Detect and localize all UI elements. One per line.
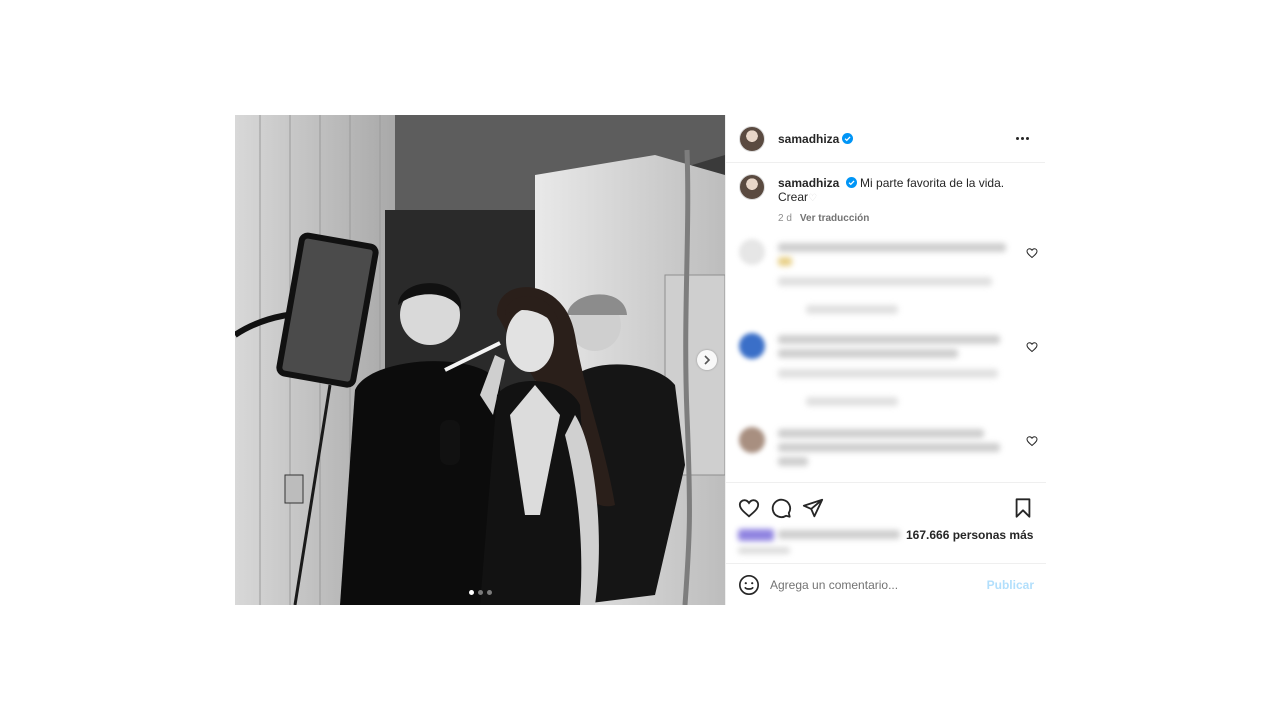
emoji-icon[interactable]: [738, 574, 760, 596]
carousel-dot: [477, 590, 483, 595]
verified-badge-icon: [845, 177, 857, 188]
comment-avatar[interactable]: [739, 427, 765, 453]
comment-item: [726, 233, 1046, 327]
liked-by-blurred: [738, 528, 900, 542]
comment-avatar[interactable]: [739, 239, 765, 265]
post-side-panel: samadhiza samadhiza Mi parte favorita de…: [725, 115, 1046, 605]
comment-like-heart-icon[interactable]: [1026, 435, 1038, 447]
comment-like-heart-icon[interactable]: [1026, 341, 1038, 353]
comment-input[interactable]: [770, 577, 987, 592]
post-media: [235, 115, 725, 605]
white-heart-icon: ♡: [808, 193, 817, 204]
post-photo: [235, 115, 725, 605]
header-username[interactable]: samadhiza: [778, 132, 839, 146]
carousel-dot: [468, 590, 474, 595]
verified-badge-icon: [842, 133, 854, 144]
caption-text-line2: Crear: [778, 190, 809, 204]
publish-button[interactable]: Publicar: [987, 578, 1034, 592]
comment-item: [726, 327, 1046, 421]
caption-username[interactable]: samadhiza: [778, 176, 839, 190]
comment-like-heart-icon[interactable]: [1026, 247, 1038, 259]
post-header: samadhiza: [726, 115, 1045, 163]
share-icon[interactable]: [802, 497, 824, 519]
likes-summary[interactable]: 167.666 personas más: [738, 527, 1033, 543]
carousel-next-button[interactable]: [697, 350, 717, 370]
post-card: samadhiza samadhiza Mi parte favorita de…: [235, 115, 1046, 605]
add-comment-bar: Publicar: [726, 563, 1046, 605]
post-caption: samadhiza Mi parte favorita de la vida. …: [726, 163, 1045, 226]
post-time[interactable]: 2 d: [778, 212, 792, 226]
carousel-indicator: [235, 590, 725, 595]
caption-text: Mi parte favorita de la vida.: [860, 176, 1005, 190]
carousel-dot: [486, 590, 492, 595]
comment-icon[interactable]: [770, 497, 792, 519]
chevron-right-icon: [704, 355, 711, 365]
more-options-icon[interactable]: [1012, 133, 1033, 144]
avatar[interactable]: [739, 125, 765, 152]
likes-count[interactable]: 167.666 personas más: [906, 528, 1033, 542]
comments-list: [726, 233, 1046, 515]
bookmark-icon[interactable]: [1012, 497, 1034, 519]
comment-avatar[interactable]: [739, 333, 765, 359]
heart-icon[interactable]: [738, 497, 760, 519]
caption-avatar[interactable]: [739, 174, 765, 200]
see-translation-link[interactable]: Ver traducción: [800, 212, 869, 226]
